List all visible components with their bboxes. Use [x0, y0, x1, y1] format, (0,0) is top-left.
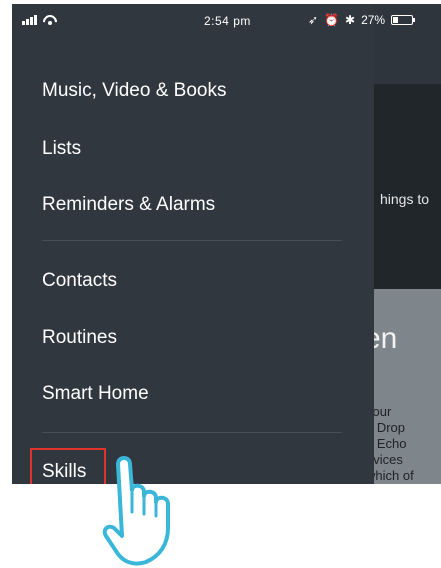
battery-fill: [393, 17, 399, 23]
battery-icon: [391, 15, 416, 25]
underlying-card-line: n Echo: [366, 436, 407, 451]
pointing-hand-icon: [102, 456, 170, 566]
battery-percentage: 27%: [361, 13, 386, 27]
phone-screen: hings to en your n Drop n Echo evices wh…: [12, 4, 441, 484]
status-time: 2:54 pm: [204, 14, 251, 28]
bluetooth-icon: ✱: [345, 13, 356, 27]
underlying-hint-text: hings to: [380, 191, 430, 207]
menu-item-reminders-alarms[interactable]: Reminders & Alarms: [42, 194, 215, 216]
underlying-card-line: n Drop: [366, 420, 406, 435]
signal-icon: [22, 14, 37, 25]
underlying-card-line: which of: [366, 468, 414, 483]
status-left: [22, 14, 57, 25]
menu-item-lists[interactable]: Lists: [42, 138, 81, 160]
menu-item-music-video-books[interactable]: Music, Video & Books: [42, 80, 226, 102]
underlying-card-line: evices: [366, 452, 403, 467]
menu-divider: [42, 432, 342, 433]
navigation-drawer: Music, Video & Books Lists Reminders & A…: [12, 4, 374, 484]
menu-divider: [42, 240, 342, 241]
status-right: ➶ ⏰ ✱ 27%: [308, 13, 416, 27]
menu-item-contacts[interactable]: Contacts: [42, 270, 117, 292]
underlying-card-line: your: [366, 404, 392, 419]
wifi-icon: [43, 15, 57, 25]
menu-item-routines[interactable]: Routines: [42, 327, 117, 349]
underlying-card-text: your n Drop n Echo evices which of: [366, 404, 441, 484]
menu-item-smart-home[interactable]: Smart Home: [42, 383, 149, 405]
location-icon: ➶: [308, 13, 319, 27]
status-bar: 2:54 pm ➶ ⏰ ✱ 27%: [12, 4, 441, 40]
alarm-icon: ⏰: [324, 13, 340, 27]
